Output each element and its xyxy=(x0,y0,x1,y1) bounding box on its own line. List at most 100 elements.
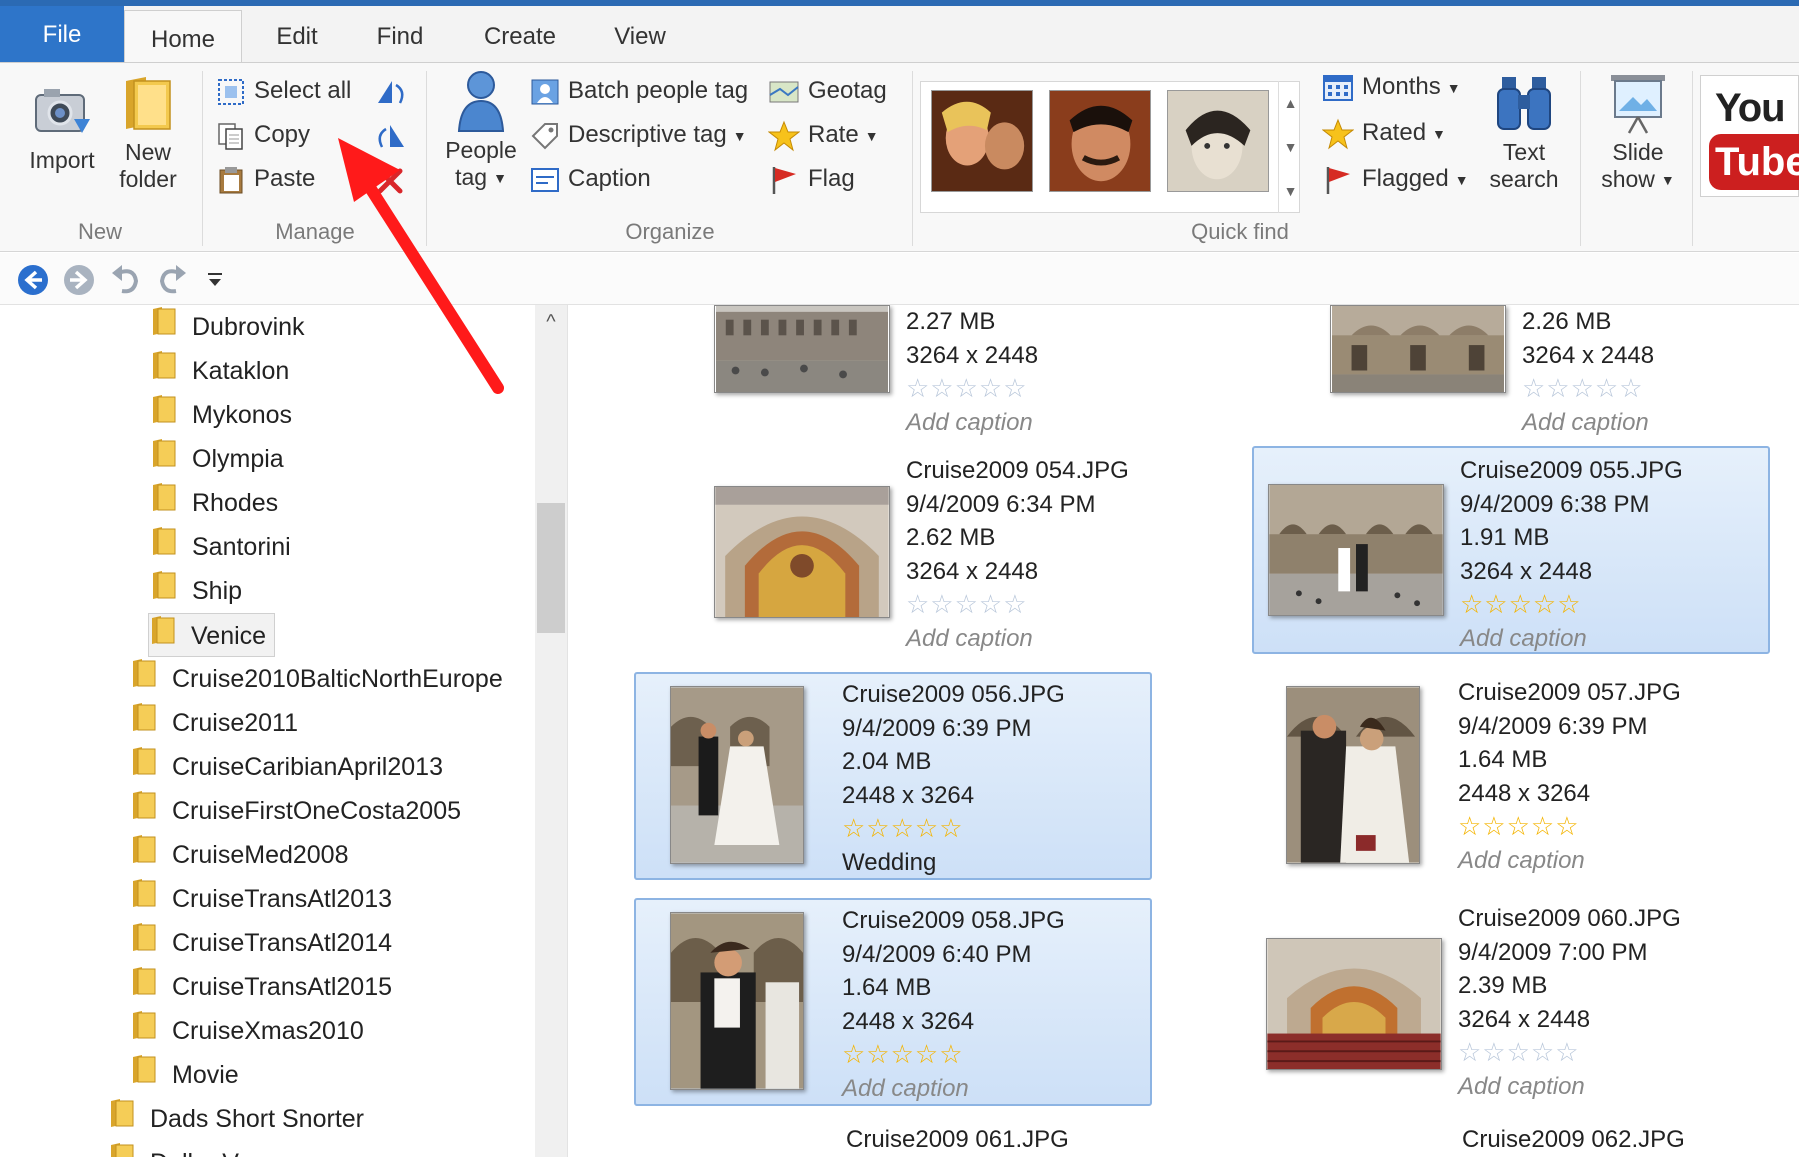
photo-tile-selected[interactable]: Cruise2009 055.JPG 9/4/2009 6:38 PM 1.91… xyxy=(1252,446,1770,654)
rating-stars[interactable]: ☆☆☆☆☆ xyxy=(906,372,1038,406)
tree-item-selected[interactable]: Venice xyxy=(148,613,276,657)
tree-item[interactable]: CruiseXmas2010 xyxy=(130,1009,364,1053)
photo-tile-selected[interactable]: Cruise2009 056.JPG 9/4/2009 6:39 PM 2.04… xyxy=(634,672,1152,880)
photo-caption[interactable]: Add caption xyxy=(1458,1070,1681,1104)
photo-filename[interactable]: Cruise2009 062.JPG xyxy=(1462,1123,1685,1157)
rating-stars[interactable]: ☆☆☆☆☆ xyxy=(842,812,1065,846)
copy-button[interactable]: Copy xyxy=(216,117,310,153)
tab-create[interactable]: Create xyxy=(460,14,580,68)
chevron-up-icon[interactable]: ▲ xyxy=(1279,81,1302,125)
tree-item[interactable]: Movie xyxy=(130,1053,239,1097)
photo-tile[interactable]: 2.27 MB 3264 x 2448 ☆☆☆☆☆ Add caption xyxy=(636,305,1156,438)
back-arrow-icon[interactable] xyxy=(16,263,50,297)
face-thumbnail[interactable] xyxy=(1167,90,1269,192)
scrollbar-thumb[interactable] xyxy=(537,503,565,633)
binoculars-icon xyxy=(1497,77,1551,130)
expand-icon[interactable]: ▼ xyxy=(1279,169,1302,213)
slide-show-button[interactable]: Slide show ▼ xyxy=(1588,71,1688,194)
tree-item[interactable]: Cruise2011 xyxy=(130,701,298,745)
photo-thumbnail[interactable] xyxy=(1286,686,1420,864)
customize-toolbar-icon[interactable] xyxy=(206,271,224,289)
chevron-up-icon[interactable]: ^ xyxy=(535,311,567,341)
text-search-button[interactable]: Text search xyxy=(1478,71,1570,193)
months-button[interactable]: Months ▼ xyxy=(1322,69,1461,105)
tree-item[interactable]: CruiseTransAtl2013 xyxy=(130,877,392,921)
rating-stars[interactable]: ☆☆☆☆☆ xyxy=(906,588,1129,622)
tree-item[interactable]: Olympia xyxy=(150,437,284,481)
rotate-left-icon[interactable] xyxy=(374,77,408,107)
rating-stars[interactable]: ☆☆☆☆☆ xyxy=(1460,588,1683,622)
photo-thumbnail[interactable] xyxy=(1268,484,1444,616)
tab-file[interactable]: File xyxy=(0,6,124,64)
tree-item[interactable]: CruiseCaribianApril2013 xyxy=(130,745,443,789)
tree-item[interactable]: Cruise2010BalticNorthEurope xyxy=(130,657,503,701)
tab-edit[interactable]: Edit xyxy=(252,14,342,68)
tree-item[interactable]: Ship xyxy=(150,569,242,613)
tree-item[interactable]: Rhodes xyxy=(150,481,278,525)
people-face-strip[interactable] xyxy=(920,81,1300,213)
tree-item[interactable]: Santorini xyxy=(150,525,291,569)
rating-stars[interactable]: ☆☆☆☆☆ xyxy=(1458,810,1681,844)
batch-people-tag-button[interactable]: Batch people tag xyxy=(530,73,748,109)
rating-stars[interactable]: ☆☆☆☆☆ xyxy=(842,1038,1065,1072)
rating-stars[interactable]: ☆☆☆☆☆ xyxy=(1522,372,1654,406)
import-button[interactable]: Import xyxy=(18,79,106,174)
photo-caption[interactable]: Add caption xyxy=(1458,844,1681,878)
tab-view[interactable]: View xyxy=(590,14,690,68)
photo-thumbnail[interactable] xyxy=(1330,305,1506,393)
photo-tile[interactable]: Cruise2009 060.JPG 9/4/2009 7:00 PM 2.39… xyxy=(1252,898,1772,1103)
face-thumbnail[interactable] xyxy=(1049,90,1151,192)
photo-caption[interactable]: Wedding xyxy=(842,846,1065,880)
photo-caption[interactable]: Add caption xyxy=(906,406,1038,440)
rate-button[interactable]: Rate ▼ xyxy=(768,117,879,153)
photo-tile[interactable]: 2.26 MB 3264 x 2448 ☆☆☆☆☆ Add caption xyxy=(1252,305,1772,438)
undo-icon[interactable] xyxy=(110,263,142,297)
tree-item[interactable]: CruiseFirstOneCosta2005 xyxy=(130,789,461,833)
tree-item[interactable]: Mykonos xyxy=(150,393,292,437)
descriptive-tag-button[interactable]: Descriptive tag ▼ xyxy=(530,117,747,153)
youtube-button[interactable]: You Tube xyxy=(1700,75,1799,197)
rotate-right-icon[interactable] xyxy=(374,121,408,151)
paste-button[interactable]: Paste xyxy=(216,161,315,197)
tree-item[interactable]: Dads Short Snorter xyxy=(108,1097,364,1141)
delete-icon[interactable] xyxy=(374,165,406,195)
photo-filename: Cruise2009 060.JPG xyxy=(1458,905,1681,932)
forward-arrow-icon[interactable] xyxy=(62,263,96,297)
chevron-down-icon[interactable]: ▼ xyxy=(1279,125,1302,169)
rating-stars[interactable]: ☆☆☆☆☆ xyxy=(1458,1036,1681,1070)
photo-thumbnail[interactable] xyxy=(1266,938,1442,1070)
flag-button[interactable]: Flag xyxy=(768,161,855,197)
face-strip-scroll[interactable]: ▲ ▼ ▼ xyxy=(1278,81,1302,213)
tree-item[interactable]: Kataklon xyxy=(150,349,289,393)
photo-thumbnail[interactable] xyxy=(714,486,890,618)
select-all-button[interactable]: Select all xyxy=(216,73,351,109)
photo-tile-selected[interactable]: Cruise2009 058.JPG 9/4/2009 6:40 PM 1.64… xyxy=(634,898,1152,1106)
photo-caption[interactable]: Add caption xyxy=(842,1072,1065,1106)
tab-find[interactable]: Find xyxy=(352,14,448,68)
geotag-button[interactable]: Geotag xyxy=(768,73,887,109)
tree-item[interactable]: Dubrovink xyxy=(150,305,305,349)
tree-item[interactable]: CruiseTransAtl2015 xyxy=(130,965,392,1009)
tree-item[interactable]: CruiseTransAtl2014 xyxy=(130,921,392,965)
photo-thumbnail[interactable] xyxy=(714,305,890,393)
face-thumbnail[interactable] xyxy=(931,90,1033,192)
flagged-button[interactable]: Flagged ▼ xyxy=(1322,161,1469,197)
caption-button[interactable]: Caption xyxy=(530,161,651,197)
tree-scrollbar[interactable]: ^ xyxy=(535,305,567,1157)
tab-home[interactable]: Home xyxy=(124,10,242,68)
new-folder-button[interactable]: New folder xyxy=(108,71,188,193)
photo-caption[interactable]: Add caption xyxy=(1460,622,1683,656)
photo-thumbnail[interactable] xyxy=(670,912,804,1090)
tree-item[interactable]: CruiseMed2008 xyxy=(130,833,349,877)
people-tag-button[interactable]: People tag ▼ xyxy=(436,67,526,192)
photo-caption[interactable]: Add caption xyxy=(1522,406,1654,440)
photo-filename[interactable]: Cruise2009 061.JPG xyxy=(846,1123,1069,1157)
photo-tile[interactable]: Cruise2009 057.JPG 9/4/2009 6:39 PM 1.64… xyxy=(1252,672,1772,877)
photo-caption[interactable]: Add caption xyxy=(906,622,1129,656)
photo-dimensions: 3264 x 2448 xyxy=(1522,341,1655,369)
photo-thumbnail[interactable] xyxy=(670,686,804,864)
rated-button[interactable]: Rated ▼ xyxy=(1322,115,1446,151)
tree-item[interactable]: Dollar Vaca... xyxy=(108,1141,298,1157)
redo-icon[interactable] xyxy=(156,263,188,297)
photo-tile[interactable]: Cruise2009 054.JPG 9/4/2009 6:34 PM 2.62… xyxy=(636,450,1156,655)
